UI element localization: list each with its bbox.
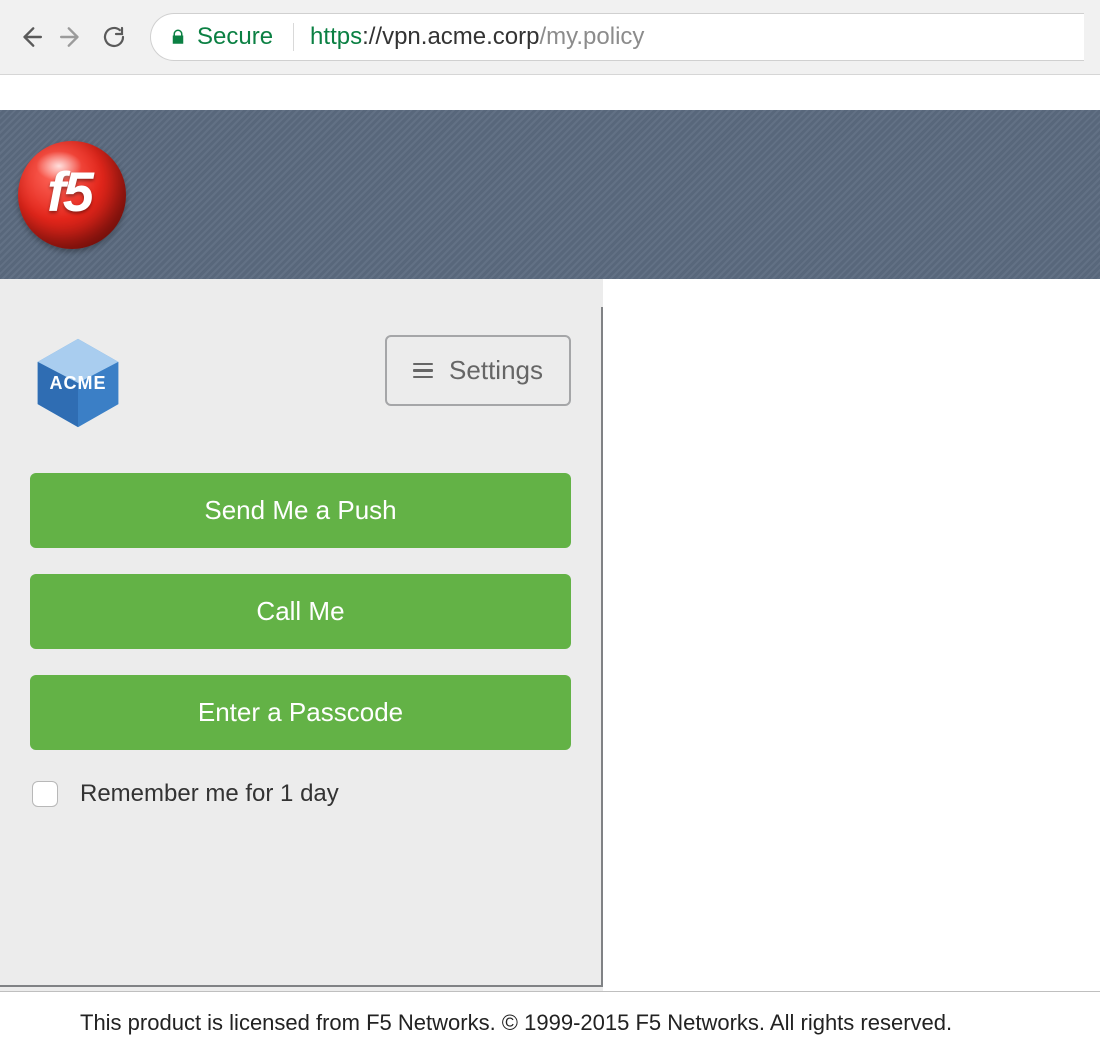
- secure-label: Secure: [197, 23, 273, 51]
- remember-row: Remember me for 1 day: [30, 780, 571, 808]
- company-logo: ACME: [30, 335, 126, 431]
- remember-checkbox[interactable]: [32, 781, 58, 807]
- browser-toolbar: Secure https://vpn.acme.corp/my.policy: [0, 0, 1100, 75]
- enter-passcode-button[interactable]: Enter a Passcode: [30, 675, 571, 750]
- remember-label: Remember me for 1 day: [80, 780, 339, 808]
- page-banner: f5: [0, 110, 1100, 279]
- send-push-button[interactable]: Send Me a Push: [30, 473, 571, 548]
- forward-button[interactable]: [58, 23, 86, 51]
- url-path: /my.policy: [540, 23, 645, 50]
- settings-label: Settings: [449, 355, 543, 386]
- duo-header: ACME Settings: [30, 335, 571, 431]
- f5-logo: f5: [18, 141, 126, 249]
- blank-area: [603, 279, 1100, 991]
- lock-icon: [169, 27, 187, 47]
- company-logo-text: ACME: [50, 373, 107, 394]
- footer-wrap: This product is licensed from F5 Network…: [0, 991, 1100, 1036]
- address-bar[interactable]: Secure https://vpn.acme.corp/my.policy: [150, 13, 1084, 61]
- reload-button[interactable]: [100, 23, 128, 51]
- f5-logo-text: f5: [47, 159, 91, 224]
- url-scheme: https: [310, 23, 362, 50]
- call-me-button[interactable]: Call Me: [30, 574, 571, 649]
- url-display: https://vpn.acme.corp/my.policy: [310, 23, 644, 51]
- url-host: ://vpn.acme.corp: [362, 23, 539, 50]
- back-button[interactable]: [16, 23, 44, 51]
- footer-text: This product is licensed from F5 Network…: [0, 992, 1100, 1036]
- divider: [293, 23, 294, 51]
- settings-button[interactable]: Settings: [385, 335, 571, 406]
- duo-auth-frame: ACME Settings Send Me a Push Call Me Ent…: [0, 307, 603, 987]
- hamburger-icon: [413, 363, 433, 379]
- content-area: ACME Settings Send Me a Push Call Me Ent…: [0, 279, 1100, 991]
